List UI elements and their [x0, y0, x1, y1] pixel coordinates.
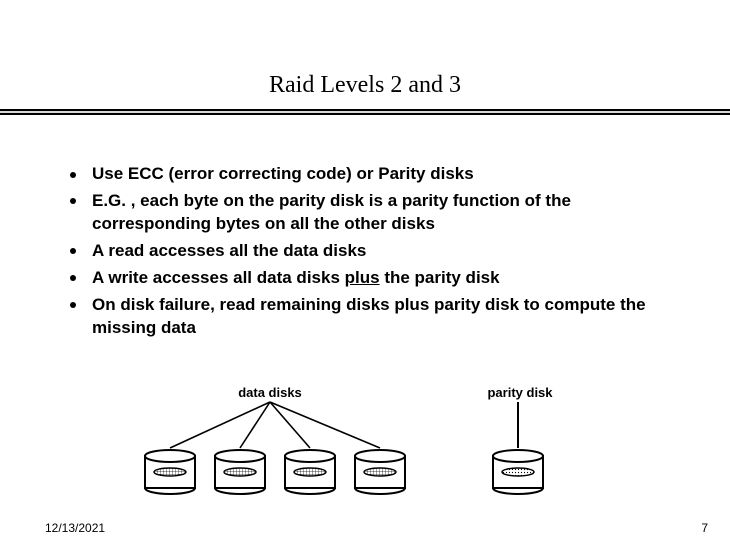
bullet-list: Use ECC (error correcting code) or Parit…	[70, 163, 678, 340]
footer-page-number: 7	[701, 521, 708, 535]
divider-bar	[0, 109, 730, 115]
bullet-text-pre: A write accesses all data disks	[92, 268, 345, 287]
list-item: On disk failure, read remaining disks pl…	[70, 294, 678, 340]
data-disk-icon	[215, 450, 265, 494]
bullet-text-underline: plus	[345, 268, 380, 287]
list-item: Use ECC (error correcting code) or Parit…	[70, 163, 678, 186]
bullet-text: E.G. , each byte on the parity disk is a…	[92, 191, 571, 233]
bullet-text: A read accesses all the data disks	[92, 241, 366, 260]
bullet-text: On disk failure, read remaining disks pl…	[92, 295, 646, 337]
parity-disk-icon	[493, 450, 543, 494]
data-disk-icon	[145, 450, 195, 494]
footer-date: 12/13/2021	[45, 521, 105, 535]
title-divider	[0, 109, 730, 115]
list-item: A read accesses all the data disks	[70, 240, 678, 263]
slide: Raid Levels 2 and 3 Use ECC (error corre…	[0, 0, 730, 547]
disk-icons	[145, 450, 543, 494]
list-item: E.G. , each byte on the parity disk is a…	[70, 190, 678, 236]
disks-svg	[0, 370, 730, 510]
data-connector-lines	[170, 402, 380, 448]
data-disk-icon	[355, 450, 405, 494]
page-title: Raid Levels 2 and 3	[0, 72, 730, 99]
list-item: A write accesses all data disks plus the…	[70, 267, 678, 290]
data-disk-icon	[285, 450, 335, 494]
bullet-text: Use ECC (error correcting code) or Parit…	[92, 164, 474, 183]
diagram: data disks parity disk	[0, 370, 730, 510]
bullet-text-post: the parity disk	[380, 268, 500, 287]
title-area: Raid Levels 2 and 3	[0, 0, 730, 99]
